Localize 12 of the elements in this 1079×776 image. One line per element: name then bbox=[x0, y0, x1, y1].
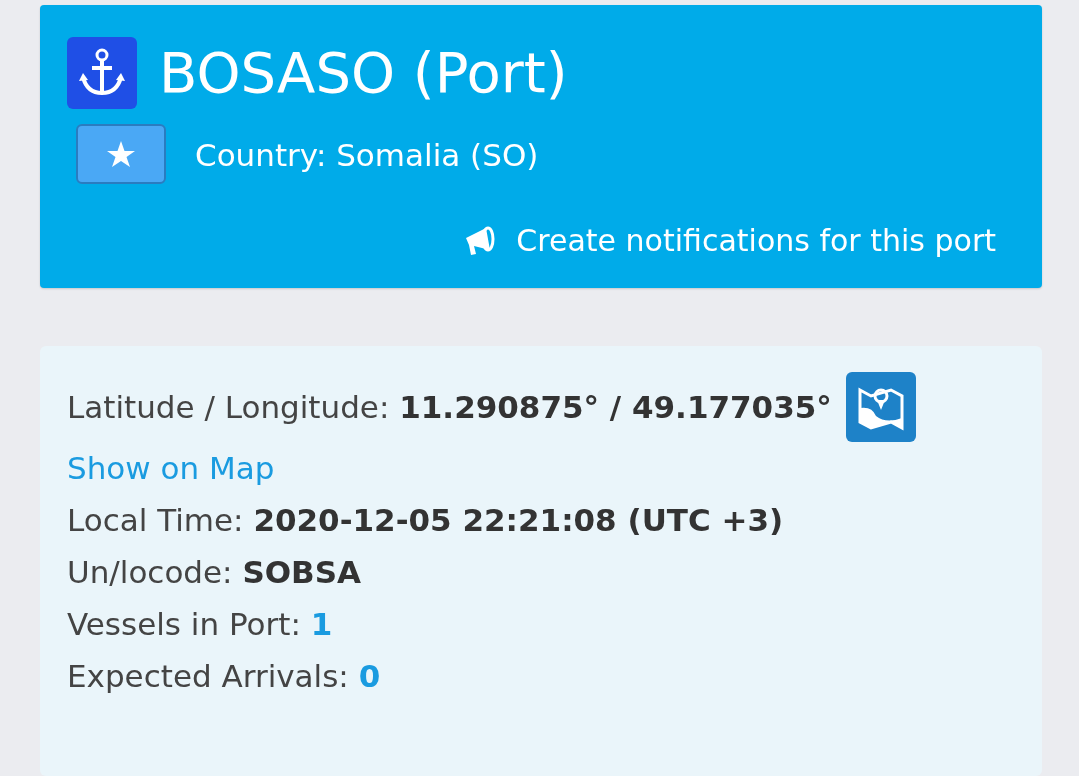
anchor-icon bbox=[67, 37, 137, 109]
field-text: Expected Arrivals: 0 bbox=[67, 657, 381, 696]
field-text: Un/locode: SOBSA bbox=[67, 553, 362, 592]
field-text: Vessels in Port: 1 bbox=[67, 605, 333, 644]
country-label: Country: Somalia (SO) bbox=[195, 137, 539, 173]
field-text: Local Time: 2020-12-05 22:21:08 (UTC +3) bbox=[67, 501, 784, 540]
coordinates-text: Latitude / Longitude: 11.290875° / 49.177035° bbox=[67, 388, 832, 427]
map-icon[interactable] bbox=[845, 372, 916, 442]
show-on-map-link[interactable]: Show on Map bbox=[67, 442, 275, 494]
notifications-link[interactable]: Create notifications for this port bbox=[464, 223, 996, 258]
flag-icon bbox=[75, 123, 167, 187]
port-title: BOSASO (Port) bbox=[159, 39, 568, 107]
